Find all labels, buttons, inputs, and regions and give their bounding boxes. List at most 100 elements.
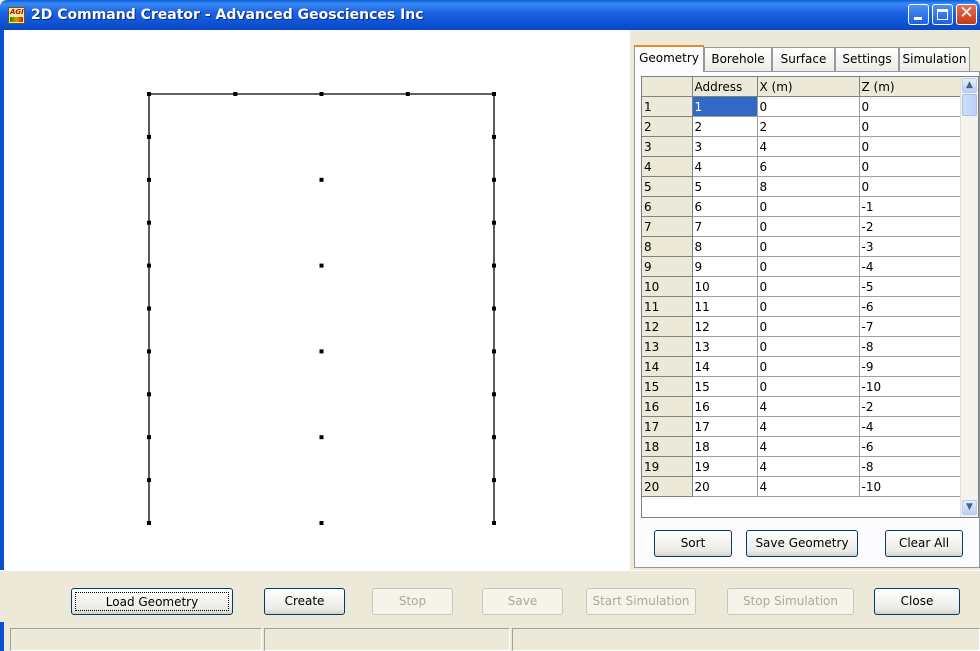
table-row[interactable]: 20 20 4 -10 [642, 476, 963, 497]
row-header[interactable]: 18 [642, 436, 693, 457]
row-header[interactable]: 11 [642, 296, 693, 317]
electrode-marker[interactable] [319, 177, 324, 182]
cell-address[interactable]: 13 [692, 336, 758, 357]
table-row[interactable]: 14 14 0 -9 [642, 356, 963, 377]
table-row[interactable]: 4460 [642, 156, 963, 177]
cell-address[interactable]: 7 [692, 216, 758, 237]
electrode-marker[interactable] [492, 392, 496, 397]
tab-simulation[interactable]: Simulation [899, 47, 970, 71]
row-header[interactable]: 14 [642, 356, 693, 377]
scroll-thumb[interactable] [962, 94, 977, 116]
cell-z[interactable]: -4 [859, 256, 963, 277]
tab-surface[interactable]: Surface [772, 47, 835, 71]
electrode-marker[interactable] [492, 263, 496, 268]
table-row[interactable]: 19 19 4 -8 [642, 456, 963, 477]
tab-borehole[interactable]: Borehole [704, 47, 772, 71]
cell-x[interactable]: 4 [757, 396, 860, 417]
cell-x[interactable]: 0 [757, 196, 860, 217]
electrode-marker[interactable] [147, 220, 151, 225]
row-header[interactable]: 9 [642, 256, 693, 277]
cell-x[interactable]: 0 [757, 236, 860, 257]
scroll-up-icon[interactable]: ▲ [962, 78, 977, 93]
cell-z[interactable]: -7 [859, 316, 963, 337]
table-row[interactable]: 6 6 0 -1 [642, 196, 963, 217]
electrode-marker[interactable] [147, 306, 151, 311]
sort-button[interactable]: Sort [654, 530, 732, 557]
table-row[interactable]: 10 10 0 -5 [642, 276, 963, 297]
electrode-marker[interactable] [492, 177, 496, 182]
cell-address[interactable]: 9 [692, 256, 758, 277]
cell-x[interactable]: 4 [757, 416, 860, 437]
cell-x[interactable]: 4 [757, 476, 860, 497]
electrode-marker[interactable] [492, 134, 496, 139]
row-header[interactable]: 6 [642, 196, 693, 217]
tab-settings[interactable]: Settings [835, 47, 899, 71]
electrode-marker[interactable] [147, 435, 151, 440]
table-row[interactable]: 15 15 0 -10 [642, 376, 963, 397]
row-header[interactable]: 1 [642, 96, 693, 117]
cell-x[interactable]: 0 [757, 376, 860, 397]
cell-address[interactable]: 1 [692, 96, 758, 117]
electrode-marker[interactable] [233, 92, 238, 96]
row-header[interactable]: 2 [642, 116, 693, 137]
row-header[interactable]: 17 [642, 416, 693, 437]
electrode-marker[interactable] [319, 92, 324, 96]
cell-address[interactable]: 19 [692, 456, 758, 477]
cell-address[interactable]: 18 [692, 436, 758, 457]
cell-x[interactable]: 4 [757, 436, 860, 457]
electrode-marker[interactable] [319, 349, 324, 354]
cell-address[interactable]: 4 [692, 156, 758, 177]
cell-z[interactable]: -6 [859, 436, 963, 457]
cell-z[interactable]: -1 [859, 196, 963, 217]
cell-x[interactable]: 0 [757, 316, 860, 337]
cell-x[interactable]: 4 [757, 456, 860, 477]
cell-z[interactable]: -10 [859, 476, 963, 497]
cell-address[interactable]: 2 [692, 116, 758, 137]
cell-x[interactable]: 0 [757, 216, 860, 237]
table-row[interactable]: 18 18 4 -6 [642, 436, 963, 457]
cell-z[interactable]: -2 [859, 216, 963, 237]
close-button[interactable]: Close [874, 588, 960, 615]
table-row[interactable]: 11 11 0 -6 [642, 296, 963, 317]
electrode-marker[interactable] [147, 392, 151, 397]
cell-x[interactable]: 0 [757, 96, 860, 117]
electrode-marker[interactable] [492, 220, 496, 225]
cell-address[interactable]: 14 [692, 356, 758, 377]
table-row[interactable]: 1100 [642, 96, 963, 117]
row-header[interactable]: 8 [642, 236, 693, 257]
electrode-marker[interactable] [492, 349, 496, 354]
electrode-marker[interactable] [492, 306, 496, 311]
table-row[interactable]: 9 9 0 -4 [642, 256, 963, 277]
tab-geometry[interactable]: Geometry [634, 45, 704, 72]
cell-z[interactable]: -10 [859, 376, 963, 397]
cell-address[interactable]: 12 [692, 316, 758, 337]
table-row[interactable]: 13 13 0 -8 [642, 336, 963, 357]
cell-x[interactable]: 8 [757, 176, 860, 197]
grid-vertical-scrollbar[interactable]: ▲ ▼ [960, 77, 978, 517]
electrode-marker[interactable] [147, 177, 151, 182]
create-button[interactable]: Create [264, 588, 345, 615]
cell-z[interactable]: -3 [859, 236, 963, 257]
save-button[interactable]: Save [482, 588, 563, 615]
cell-address[interactable]: 8 [692, 236, 758, 257]
geometry-canvas[interactable] [4, 30, 630, 570]
cell-x[interactable]: 0 [757, 336, 860, 357]
table-row[interactable]: 12 12 0 -7 [642, 316, 963, 337]
close-window-button[interactable]: ✕ [956, 3, 977, 25]
geometry-grid[interactable]: Address X (m) Z (m) 11002220334044605580… [641, 76, 979, 518]
cell-x[interactable]: 2 [757, 116, 860, 137]
electrode-marker[interactable] [319, 521, 324, 525]
row-header[interactable]: 13 [642, 336, 693, 357]
electrode-marker[interactable] [492, 435, 496, 440]
electrode-marker[interactable] [147, 521, 151, 525]
table-row[interactable]: 5580 [642, 176, 963, 197]
electrode-marker[interactable] [405, 92, 410, 96]
cell-x[interactable]: 0 [757, 256, 860, 277]
table-row[interactable]: 3340 [642, 136, 963, 157]
cell-z[interactable]: 0 [859, 156, 963, 177]
agi-app-icon[interactable]: AGI [8, 7, 25, 24]
load-geometry-button[interactable]: Load Geometry [71, 588, 233, 615]
electrode-marker[interactable] [492, 521, 496, 525]
table-row[interactable]: 16 16 4 -2 [642, 396, 963, 417]
cell-z[interactable]: 0 [859, 96, 963, 117]
